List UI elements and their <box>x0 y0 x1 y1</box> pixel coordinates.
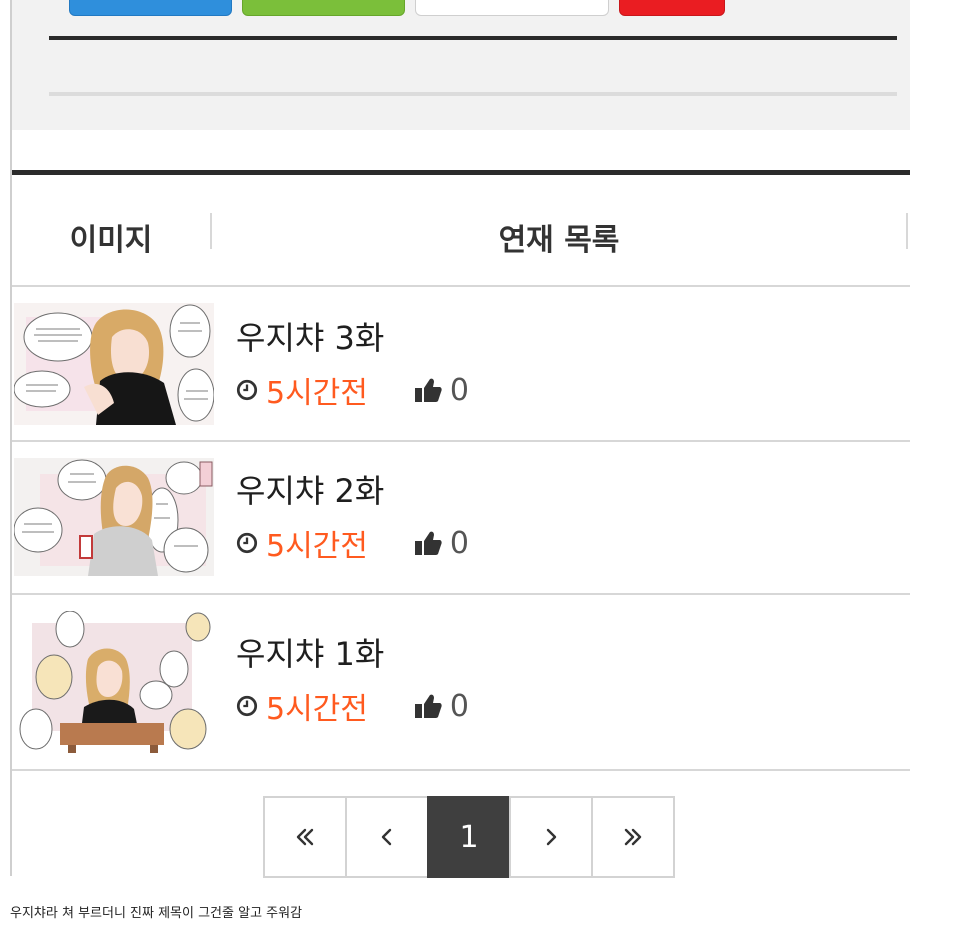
series-list: 이미지 연재 목록 우지챠 3화 5시간전 0 우지챠 2화 5시간전 0 우지… <box>12 170 910 876</box>
green-action-button[interactable] <box>242 0 405 16</box>
chevron-right-icon <box>546 828 557 846</box>
double-chevron-left-icon <box>296 828 314 846</box>
first-page-button[interactable] <box>263 796 347 878</box>
last-page-button[interactable] <box>591 796 675 878</box>
thumbs-up-icon[interactable] <box>414 693 442 719</box>
episode-time: 5시간전 <box>266 529 368 564</box>
page-button-current[interactable]: 1 <box>427 796 511 878</box>
episode-meta: 5시간전 0 <box>236 688 469 727</box>
clock-icon <box>236 379 258 401</box>
list-column-header: 연재 목록 <box>498 223 620 258</box>
episode-thumbnail[interactable] <box>14 611 214 753</box>
panel-divider-light <box>49 92 897 96</box>
manga-illustration-icon <box>14 458 214 576</box>
episode-row[interactable]: 우지챠 3화 5시간전 0 <box>12 287 910 442</box>
like-count: 0 <box>449 372 469 408</box>
episode-title[interactable]: 우지챠 3화 <box>236 313 384 359</box>
header-divider-right <box>906 213 908 249</box>
chevron-left-icon <box>381 828 392 846</box>
episode-meta: 5시간전 0 <box>236 525 469 564</box>
thumbs-up-icon[interactable] <box>414 530 442 556</box>
pagination: 1 <box>263 796 675 878</box>
clock-icon <box>236 695 258 717</box>
list-header: 이미지 연재 목록 <box>12 175 910 287</box>
episode-title[interactable]: 우지챠 2화 <box>236 466 384 512</box>
episode-row[interactable]: 우지챠 2화 5시간전 0 <box>12 442 910 595</box>
clock-icon <box>236 532 258 554</box>
thumbs-up-icon[interactable] <box>414 377 442 403</box>
red-action-button[interactable] <box>619 0 725 16</box>
episode-time: 5시간전 <box>266 376 368 411</box>
episode-row[interactable]: 우지챠 1화 5시간전 0 <box>12 595 910 771</box>
episode-meta: 5시간전 0 <box>236 372 469 411</box>
like-count: 0 <box>449 525 469 561</box>
post-caption: 우지챠라 쳐 부르더니 진짜 제목이 그건줄 알고 주워감 <box>10 906 303 921</box>
image-column-header: 이미지 <box>69 223 153 258</box>
panel-divider-dark <box>49 36 897 40</box>
blue-action-button[interactable] <box>69 0 232 16</box>
like-count: 0 <box>449 688 469 724</box>
manga-illustration-icon <box>14 611 214 753</box>
episode-thumbnail[interactable] <box>14 303 214 425</box>
action-panel <box>12 0 910 130</box>
prev-page-button[interactable] <box>345 796 429 878</box>
double-chevron-right-icon <box>624 828 642 846</box>
episode-title[interactable]: 우지챠 1화 <box>236 629 384 675</box>
next-page-button[interactable] <box>509 796 593 878</box>
manga-illustration-icon <box>14 303 214 425</box>
page-frame: 이미지 연재 목록 우지챠 3화 5시간전 0 우지챠 2화 5시간전 0 우지… <box>0 0 964 932</box>
episode-time: 5시간전 <box>266 692 368 727</box>
white-action-button[interactable] <box>415 0 609 16</box>
episode-thumbnail[interactable] <box>14 458 214 576</box>
